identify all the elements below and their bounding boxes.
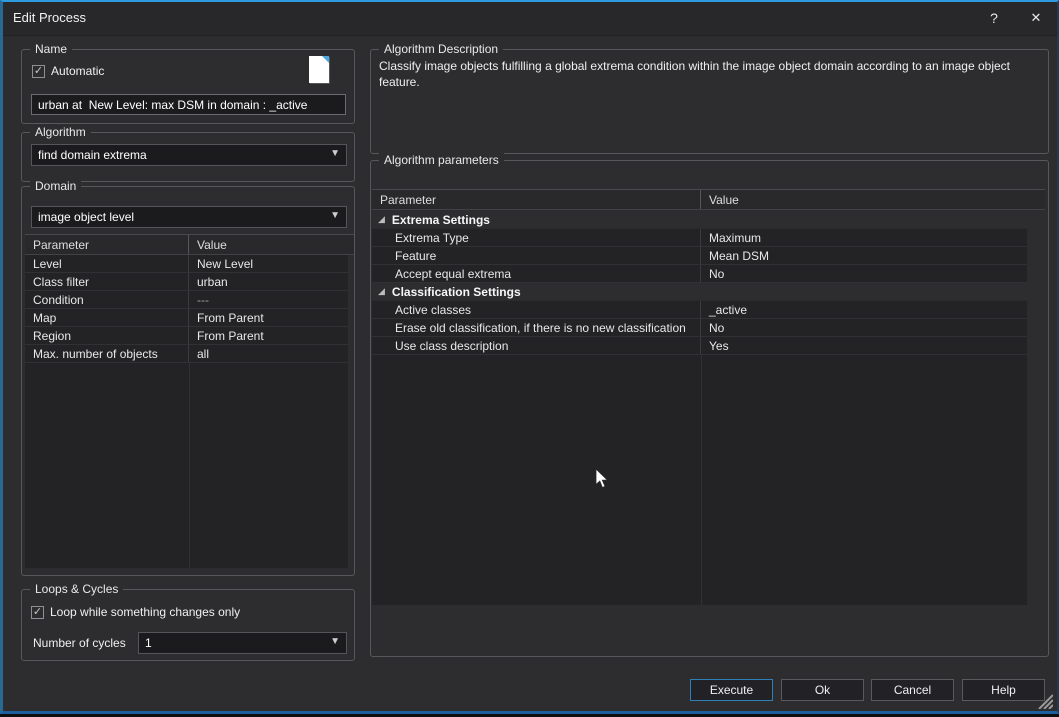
loop-checkbox-label: Loop while something changes only bbox=[50, 605, 240, 619]
algorithm-dropdown-value: find domain extrema bbox=[38, 148, 147, 162]
new-document-icon[interactable] bbox=[309, 56, 329, 83]
param-cell: Level bbox=[25, 255, 189, 272]
expanded-triangle-icon[interactable]: ◢ bbox=[378, 214, 385, 225]
dialog-title: Edit Process bbox=[13, 10, 86, 25]
table-row[interactable]: Condition --- bbox=[25, 291, 348, 309]
params-col-parameter[interactable]: Parameter bbox=[372, 190, 701, 209]
chevron-down-icon: ▼ bbox=[330, 210, 340, 221]
param-cell: Map bbox=[25, 309, 189, 326]
checkmark-icon: ✓ bbox=[33, 606, 42, 618]
automatic-checkbox-label: Automatic bbox=[51, 64, 104, 78]
param-cell: Erase old classification, if there is no… bbox=[372, 319, 701, 336]
param-cell: Feature bbox=[372, 247, 701, 264]
table-row[interactable]: Use class description Yes bbox=[372, 337, 1027, 355]
param-cell: Accept equal extrema bbox=[372, 265, 701, 282]
domain-table-header[interactable]: Parameter Value bbox=[25, 234, 354, 255]
section-row-extrema-settings[interactable]: ◢ Extrema Settings bbox=[372, 211, 1027, 229]
resize-grip[interactable] bbox=[1035, 691, 1053, 709]
algorithm-parameters-group: Algorithm parameters Parameter Value ◢ E… bbox=[370, 160, 1049, 657]
value-cell[interactable]: From Parent bbox=[189, 327, 348, 344]
domain-col-parameter[interactable]: Parameter bbox=[25, 235, 189, 254]
algorithm-description-text: Classify image objects fulfilling a glob… bbox=[379, 58, 1034, 90]
value-cell[interactable]: all bbox=[189, 345, 348, 362]
algorithm-group-label: Algorithm bbox=[30, 125, 91, 139]
section-title: Extrema Settings bbox=[392, 213, 490, 227]
chevron-down-icon: ▼ bbox=[330, 636, 340, 647]
help-button[interactable]: Help bbox=[962, 679, 1045, 701]
param-cell: Condition bbox=[25, 291, 189, 308]
table-row[interactable]: Active classes _active bbox=[372, 301, 1027, 319]
param-cell: Use class description bbox=[372, 337, 701, 354]
parameters-table-empty-area[interactable] bbox=[372, 355, 1027, 605]
section-row-classification-settings[interactable]: ◢ Classification Settings bbox=[372, 283, 1027, 301]
algorithm-group: Algorithm find domain extrema ▼ bbox=[21, 132, 355, 182]
table-row[interactable]: Extrema Type Maximum bbox=[372, 229, 1027, 247]
domain-dropdown-value: image object level bbox=[38, 210, 134, 224]
table-row[interactable]: Max. number of objects all bbox=[25, 345, 348, 363]
edit-process-dialog: Edit Process ? ✕ Name ✓ Automatic urban … bbox=[0, 0, 1059, 714]
table-row[interactable]: Accept equal extrema No bbox=[372, 265, 1027, 283]
domain-dropdown[interactable]: image object level ▼ bbox=[31, 206, 347, 228]
ok-button[interactable]: Ok bbox=[781, 679, 864, 701]
loops-group: Loops & Cycles ✓ Loop while something ch… bbox=[21, 589, 355, 661]
domain-col-value[interactable]: Value bbox=[189, 235, 354, 254]
section-title: Classification Settings bbox=[392, 285, 521, 299]
value-cell[interactable]: --- bbox=[189, 291, 348, 308]
description-group-label: Algorithm Description bbox=[379, 42, 503, 56]
value-cell[interactable]: Yes bbox=[701, 337, 1027, 354]
param-cell: Class filter bbox=[25, 273, 189, 290]
expanded-triangle-icon[interactable]: ◢ bbox=[378, 286, 385, 297]
execute-button[interactable]: Execute bbox=[690, 679, 773, 701]
mouse-cursor bbox=[595, 468, 609, 489]
help-icon[interactable]: ? bbox=[981, 6, 1007, 30]
name-group-label: Name bbox=[30, 42, 72, 56]
value-cell[interactable]: urban bbox=[189, 273, 348, 290]
value-cell[interactable]: Maximum bbox=[701, 229, 1027, 246]
table-row[interactable]: Class filter urban bbox=[25, 273, 348, 291]
table-row[interactable]: Feature Mean DSM bbox=[372, 247, 1027, 265]
table-row[interactable]: Erase old classification, if there is no… bbox=[372, 319, 1027, 337]
titlebar[interactable]: Edit Process ? ✕ bbox=[3, 2, 1057, 36]
cancel-button[interactable]: Cancel bbox=[871, 679, 954, 701]
param-cell: Extrema Type bbox=[372, 229, 701, 246]
name-group: Name ✓ Automatic urban at New Level: max… bbox=[21, 49, 355, 124]
param-cell: Max. number of objects bbox=[25, 345, 189, 362]
table-row[interactable]: Map From Parent bbox=[25, 309, 348, 327]
param-cell: Active classes bbox=[372, 301, 701, 318]
parameters-table-header[interactable]: Parameter Value bbox=[372, 189, 1045, 210]
process-name-input[interactable]: urban at New Level: max DSM in domain : … bbox=[31, 94, 346, 115]
algorithm-dropdown[interactable]: find domain extrema ▼ bbox=[31, 144, 347, 166]
domain-group: Domain image object level ▼ Parameter Va… bbox=[21, 186, 355, 576]
table-row[interactable]: Level New Level bbox=[25, 255, 348, 273]
domain-table-empty-area[interactable] bbox=[25, 363, 348, 568]
value-cell[interactable]: New Level bbox=[189, 255, 348, 272]
loop-checkbox-row[interactable]: ✓ Loop while something changes only bbox=[31, 605, 240, 619]
automatic-checkbox-row[interactable]: ✓ Automatic bbox=[32, 64, 104, 78]
loop-checkbox[interactable]: ✓ bbox=[31, 606, 44, 619]
chevron-down-icon: ▼ bbox=[330, 148, 340, 159]
parameters-group-label: Algorithm parameters bbox=[379, 153, 504, 167]
algorithm-description-group: Algorithm Description Classify image obj… bbox=[370, 49, 1049, 154]
automatic-checkbox[interactable]: ✓ bbox=[32, 65, 45, 78]
value-cell[interactable]: No bbox=[701, 265, 1027, 282]
value-cell[interactable]: From Parent bbox=[189, 309, 348, 326]
loops-group-label: Loops & Cycles bbox=[30, 582, 123, 596]
param-cell: Region bbox=[25, 327, 189, 344]
close-icon[interactable]: ✕ bbox=[1023, 6, 1049, 30]
table-row[interactable]: Region From Parent bbox=[25, 327, 348, 345]
cycles-dropdown-value: 1 bbox=[145, 636, 152, 650]
value-cell[interactable]: No bbox=[701, 319, 1027, 336]
params-col-value[interactable]: Value bbox=[701, 190, 1045, 209]
domain-group-label: Domain bbox=[30, 179, 81, 193]
cycles-dropdown[interactable]: 1 ▼ bbox=[138, 632, 347, 654]
value-cell[interactable]: Mean DSM bbox=[701, 247, 1027, 264]
value-cell[interactable]: _active bbox=[701, 301, 1027, 318]
cycles-label: Number of cycles bbox=[33, 636, 126, 650]
checkmark-icon: ✓ bbox=[34, 65, 43, 77]
